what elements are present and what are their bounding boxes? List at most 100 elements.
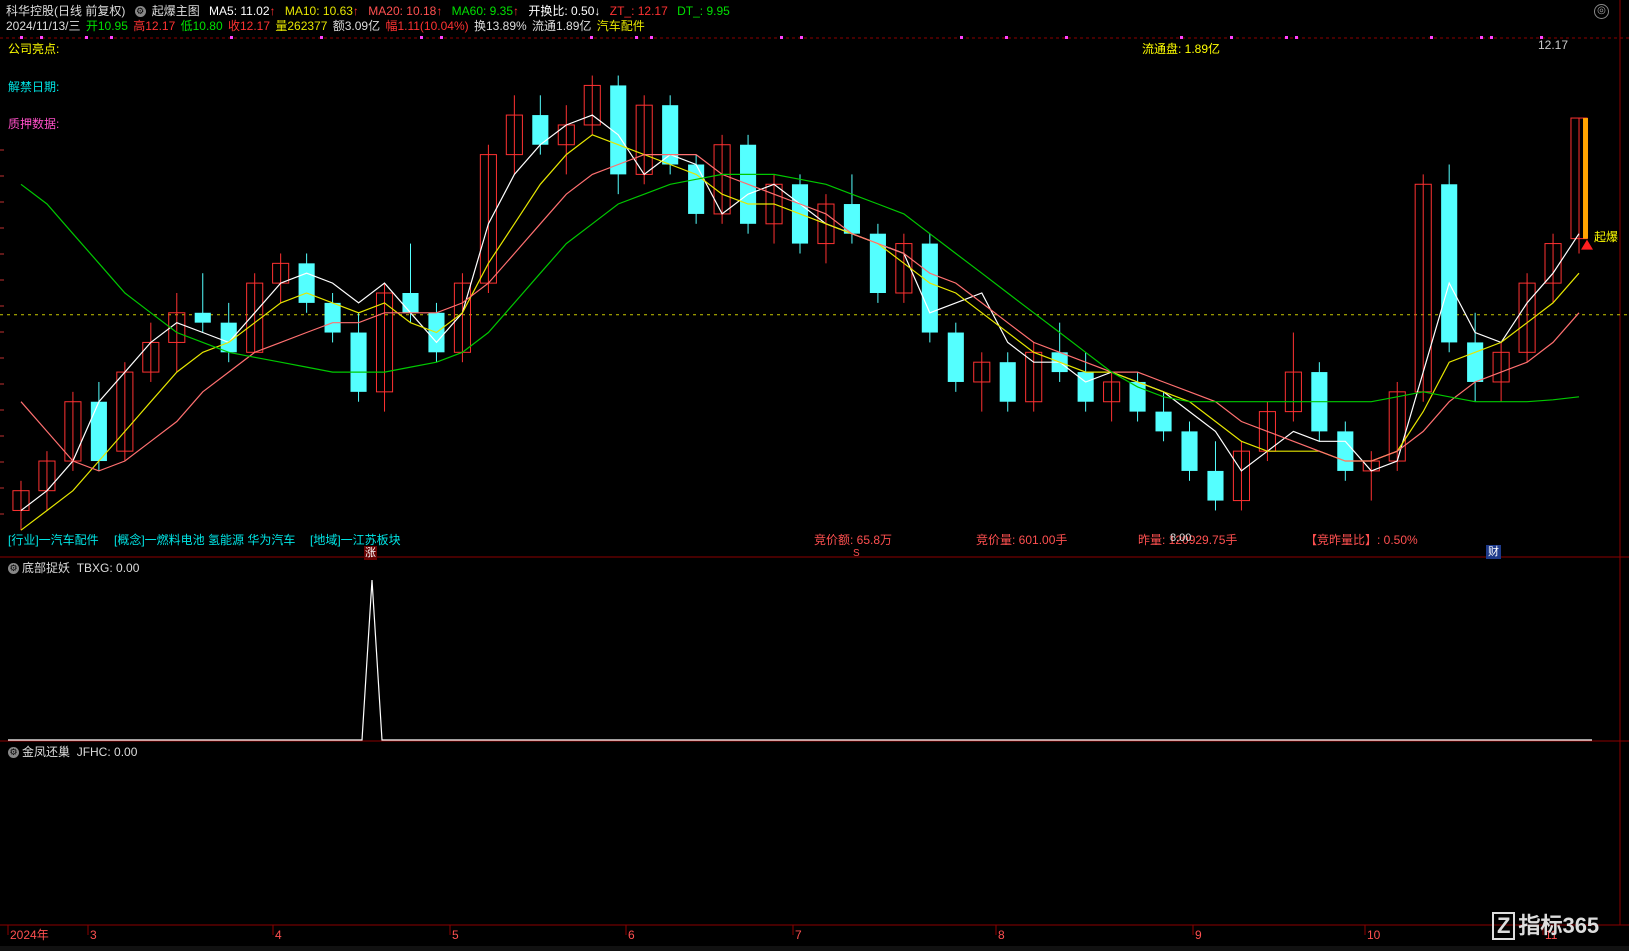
indicator-header: 科华控股(日线 前复权) ⚙ 起爆主图 MA5: 11.02↑ MA10: 10.… bbox=[6, 4, 736, 18]
kline-chart[interactable] bbox=[0, 0, 1629, 951]
top-marker-dot bbox=[320, 36, 323, 39]
top-marker-dot bbox=[780, 36, 783, 39]
candle-down bbox=[350, 332, 367, 392]
quote-industry: 汽车配件 bbox=[596, 19, 645, 33]
logo-text: 指标365 bbox=[1518, 913, 1600, 938]
candle-down bbox=[999, 362, 1016, 402]
auction-ratio: 【竞昨量比】: 0.50% bbox=[1305, 533, 1418, 547]
candle-down bbox=[662, 105, 679, 165]
top-marker-dot bbox=[1285, 36, 1288, 39]
quote-volume: 量262377 bbox=[275, 19, 328, 33]
logo: Z 指标365 bbox=[1492, 912, 1599, 940]
x-axis-label: 5 bbox=[452, 928, 459, 942]
candle-down bbox=[1441, 184, 1458, 343]
quote-float-cap: 流通1.89亿 bbox=[532, 19, 592, 33]
panel2-name[interactable]: 底部捉妖 bbox=[22, 561, 70, 575]
quote-date: 2024/11/13/三 bbox=[6, 19, 81, 33]
candle-down bbox=[1207, 470, 1224, 501]
prev-volume-overlay: 8.00 bbox=[1170, 532, 1192, 544]
settings-icon[interactable]: ⚙ bbox=[134, 6, 146, 18]
taskbar-strip bbox=[0, 946, 1629, 951]
pledge-data-label: 质押数据: bbox=[8, 117, 60, 131]
x-axis-label: 4 bbox=[275, 928, 282, 942]
x-axis-label: 2024年 bbox=[10, 928, 49, 942]
logo-mark-icon: Z bbox=[1492, 912, 1516, 940]
price-tag: 12.17 bbox=[1538, 38, 1569, 52]
float-panel-label: 流通盘: 1.89亿 bbox=[1142, 42, 1221, 56]
top-marker-dot bbox=[650, 36, 653, 39]
top-marker-dot bbox=[1230, 36, 1233, 39]
concept-info: [概念]一燃料电池 氢能源 华为汽车 bbox=[114, 533, 296, 547]
panel2-settings-icon[interactable]: ⚙ bbox=[8, 563, 19, 575]
limit-up-marker bbox=[1583, 118, 1589, 239]
open-ratio-label: 开换比: 0.50 bbox=[528, 4, 595, 18]
open-ratio-arrow-icon: ↓ bbox=[594, 4, 601, 18]
top-marker-dot bbox=[85, 36, 88, 39]
top-marker-dot bbox=[1180, 36, 1183, 39]
x-axis-label: 8 bbox=[998, 928, 1005, 942]
top-marker-dot bbox=[40, 36, 43, 39]
candle-down bbox=[1337, 431, 1354, 471]
top-marker-dot bbox=[1490, 36, 1493, 39]
candle-down bbox=[921, 243, 938, 333]
top-marker-dot bbox=[20, 36, 23, 39]
candle-down bbox=[402, 293, 419, 313]
candle-down bbox=[1181, 431, 1198, 471]
x-axis-label: 9 bbox=[1195, 928, 1202, 942]
candle-down bbox=[324, 302, 341, 333]
ma60-label: MA60: 9.35 bbox=[451, 4, 514, 18]
quote-amount: 额3.09亿 bbox=[332, 19, 381, 33]
company-highlight-label: 公司亮点: bbox=[8, 42, 60, 56]
quote-line: 2024/11/13/三 开10.95 高12.17 低10.80 收12.17… bbox=[6, 19, 651, 33]
zhang-mark[interactable]: 涨 bbox=[364, 546, 377, 560]
panel3-name[interactable]: 金凤还巢 bbox=[22, 745, 70, 759]
x-axis-label: 6 bbox=[628, 928, 635, 942]
unlock-date-label: 解禁日期: bbox=[8, 80, 60, 94]
quote-open: 开10.95 bbox=[85, 19, 128, 33]
candle-down bbox=[1467, 342, 1484, 382]
quote-low: 低10.80 bbox=[180, 19, 223, 33]
burst-triangle-icon bbox=[1581, 239, 1594, 250]
industry-info: [行业]一汽车配件 bbox=[8, 533, 99, 547]
burst-label: 起爆 bbox=[1594, 230, 1619, 244]
ma60-arrow-icon: ↑ bbox=[513, 4, 520, 18]
x-axis-label: 3 bbox=[90, 928, 97, 942]
top-marker-dot bbox=[1065, 36, 1068, 39]
top-marker-dot bbox=[230, 36, 233, 39]
quote-change: 幅1.11(10.04%) bbox=[385, 19, 469, 33]
region-info: [地域]一江苏板块 bbox=[310, 533, 401, 547]
panel3-settings-icon[interactable]: ⚙ bbox=[8, 747, 19, 759]
zt-label: ZT_: 12.17 bbox=[609, 4, 668, 18]
quote-turnover: 换13.89% bbox=[473, 19, 527, 33]
zoom-icon[interactable]: ◎ bbox=[1594, 4, 1609, 19]
quote-close: 收12.17 bbox=[227, 19, 271, 33]
ma20-arrow-icon: ↑ bbox=[436, 4, 443, 18]
panel3-value: JFHC: 0.00 bbox=[76, 745, 138, 759]
candle-down bbox=[298, 263, 315, 303]
candle-down bbox=[194, 312, 211, 323]
top-marker-dot bbox=[440, 36, 443, 39]
candle-down bbox=[947, 332, 964, 382]
auction-amount: 竞价额: 65.8万 bbox=[814, 533, 893, 547]
dt-label: DT_: 9.95 bbox=[677, 4, 730, 18]
indicator-name[interactable]: 起爆主图 bbox=[152, 4, 200, 18]
candle-down bbox=[1155, 411, 1172, 432]
top-marker-dot bbox=[420, 36, 423, 39]
candle-down bbox=[90, 401, 107, 462]
ma10-label: MA10: 10.63 bbox=[284, 4, 353, 18]
candle-down bbox=[1077, 372, 1094, 402]
ma5-arrow-icon: ↑ bbox=[269, 4, 276, 18]
x-axis-label: 10 bbox=[1367, 928, 1381, 942]
cai-mark[interactable]: 财 bbox=[1486, 545, 1501, 559]
top-marker-dot bbox=[1005, 36, 1008, 39]
adjust-mode[interactable]: (日线 前复权) bbox=[54, 4, 125, 18]
top-marker-dot bbox=[110, 36, 113, 39]
quote-high: 高12.17 bbox=[133, 19, 176, 33]
stock-name[interactable]: 科华控股 bbox=[6, 4, 54, 18]
top-marker-dot bbox=[1480, 36, 1483, 39]
auction-volume: 竞价量: 601.00手 bbox=[976, 533, 1068, 547]
s-mark[interactable]: S bbox=[853, 547, 860, 561]
top-marker-dot bbox=[1295, 36, 1298, 39]
tbxg-line bbox=[8, 579, 1592, 741]
ma5-label: MA5: 11.02 bbox=[209, 4, 270, 18]
